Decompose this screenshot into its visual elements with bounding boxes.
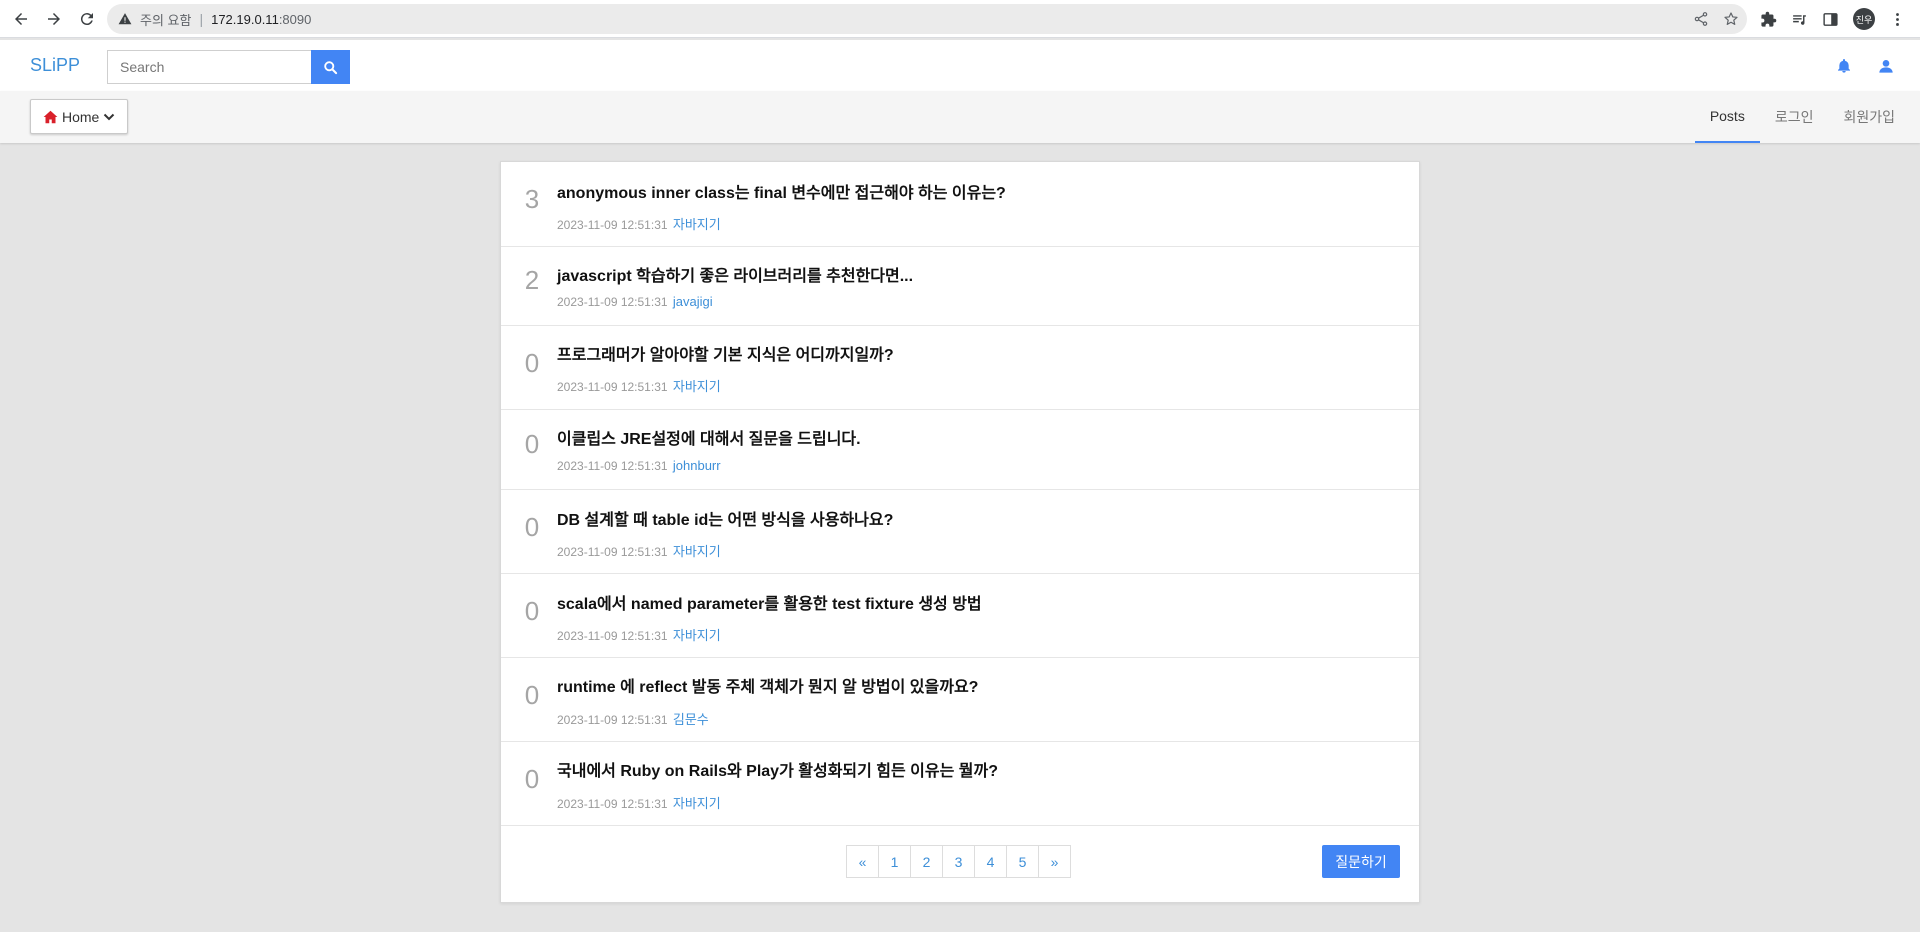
profile-avatar[interactable]: 진우 — [1853, 8, 1875, 30]
back-icon[interactable] — [9, 7, 33, 31]
page-link[interactable]: 3 — [942, 845, 975, 878]
post-author[interactable]: johnburr — [673, 458, 721, 473]
post-list-item[interactable]: 0 국내에서 Ruby on Rails와 Play가 활성화되기 힘든 이유는… — [501, 742, 1419, 826]
post-title[interactable]: anonymous inner class는 final 변수에만 접근해야 하… — [557, 179, 1006, 203]
kebab-menu-icon[interactable] — [1889, 11, 1906, 28]
post-meta: 2023-11-09 12:51:31 자바지기 — [557, 376, 721, 395]
page-link[interactable]: 2 — [910, 845, 943, 878]
url-port: :8090 — [278, 11, 312, 27]
answer-count: 3 — [524, 184, 540, 214]
home-icon — [43, 110, 58, 123]
share-icon[interactable] — [1693, 11, 1709, 27]
post-date: 2023-11-09 12:51:31 — [557, 380, 668, 394]
post-list-item[interactable]: 0 scala에서 named parameter를 활용한 test fixt… — [501, 574, 1419, 658]
post-list-card: 3 anonymous inner class는 final 변수에만 접근해야… — [500, 161, 1420, 903]
chevron-down-icon — [104, 113, 115, 120]
tab-signup[interactable]: 회원가입 — [1828, 91, 1910, 143]
browser-toolbar: 주의 요함 | 172.19.0.11:8090 진우 — [0, 0, 1920, 38]
post-author[interactable]: 자바지기 — [673, 379, 721, 394]
post-title[interactable]: scala에서 named parameter를 활용한 test fixtur… — [557, 590, 982, 614]
side-panel-icon[interactable] — [1822, 11, 1839, 28]
page-link[interactable]: 1 — [878, 845, 911, 878]
post-author[interactable]: 자바지기 — [673, 544, 721, 559]
post-meta: 2023-11-09 12:51:31 javajigi — [557, 294, 713, 309]
media-queue-icon[interactable] — [1791, 11, 1808, 28]
post-date: 2023-11-09 12:51:31 — [557, 713, 668, 727]
url-host: 172.19.0.11 — [211, 11, 279, 27]
post-title[interactable]: 국내에서 Ruby on Rails와 Play가 활성화되기 힘든 이유는 뭘… — [557, 757, 998, 781]
search-input[interactable] — [107, 50, 311, 84]
post-meta: 2023-11-09 12:51:31 자바지기 — [557, 625, 721, 644]
post-meta: 2023-11-09 12:51:31 자바지기 — [557, 793, 721, 812]
answer-count: 0 — [524, 764, 540, 794]
bookmark-star-icon[interactable] — [1723, 11, 1739, 27]
post-date: 2023-11-09 12:51:31 — [557, 797, 668, 811]
post-date: 2023-11-09 12:51:31 — [557, 295, 668, 309]
post-title[interactable]: DB 설계할 때 table id는 어떤 방식을 사용하나요? — [557, 506, 893, 530]
answer-count: 0 — [524, 348, 540, 378]
reload-icon[interactable] — [75, 7, 99, 31]
app-header: SLiPP — [0, 40, 1920, 91]
post-author[interactable]: 자바지기 — [673, 217, 721, 232]
post-title[interactable]: 프로그래머가 알아야할 기본 지식은 어디까지일까? — [557, 341, 894, 365]
post-author[interactable]: 자바지기 — [673, 796, 721, 811]
home-label: Home — [62, 108, 100, 125]
page-prev-link[interactable]: « — [846, 845, 879, 878]
post-list-item[interactable]: 0 프로그래머가 알아야할 기본 지식은 어디까지일까? 2023-11-09 … — [501, 326, 1419, 410]
pagination: « 1 2 3 4 5 » — [846, 845, 1071, 878]
answer-count: 0 — [524, 512, 540, 542]
post-list-item[interactable]: 3 anonymous inner class는 final 변수에만 접근해야… — [501, 162, 1419, 247]
post-title[interactable]: javascript 학습하기 좋은 라이브러리를 추천한다면... — [557, 262, 913, 286]
post-date: 2023-11-09 12:51:31 — [557, 459, 668, 473]
post-list-item[interactable]: 0 이클립스 JRE설정에 대해서 질문을 드립니다. 2023-11-09 1… — [501, 410, 1419, 490]
address-bar[interactable]: 주의 요함 | 172.19.0.11:8090 — [107, 4, 1747, 34]
search-button[interactable] — [311, 50, 350, 84]
address-separator: | — [199, 11, 204, 27]
home-dropdown-button[interactable]: Home — [30, 99, 129, 134]
post-meta: 2023-11-09 12:51:31 자바지기 — [557, 214, 721, 233]
sub-navigation: Home Posts 로그인 회원가입 — [0, 91, 1920, 143]
answer-count: 0 — [524, 680, 540, 710]
post-title[interactable]: runtime 에 reflect 발동 주체 객체가 뭔지 알 방법이 있을까… — [557, 673, 978, 697]
answer-count: 0 — [524, 596, 540, 626]
forward-icon[interactable] — [42, 7, 66, 31]
post-author[interactable]: 김문수 — [673, 712, 709, 727]
post-list-item[interactable]: 0 DB 설계할 때 table id는 어떤 방식을 사용하나요? 2023-… — [501, 490, 1419, 574]
bell-icon[interactable] — [1836, 58, 1852, 74]
warning-icon — [118, 13, 132, 25]
ask-question-button[interactable]: 질문하기 — [1322, 845, 1400, 878]
post-meta: 2023-11-09 12:51:31 johnburr — [557, 458, 721, 473]
post-meta: 2023-11-09 12:51:31 자바지기 — [557, 541, 721, 560]
post-title[interactable]: 이클립스 JRE설정에 대해서 질문을 드립니다. — [557, 425, 861, 449]
tab-posts[interactable]: Posts — [1694, 91, 1760, 143]
page-link[interactable]: 4 — [974, 845, 1007, 878]
post-list-item[interactable]: 0 runtime 에 reflect 발동 주체 객체가 뭔지 알 방법이 있… — [501, 658, 1419, 742]
post-date: 2023-11-09 12:51:31 — [557, 545, 668, 559]
brand-logo[interactable]: SLiPP — [30, 55, 80, 76]
post-author[interactable]: javajigi — [673, 294, 713, 309]
url-text[interactable]: 172.19.0.11:8090 — [211, 12, 311, 27]
post-date: 2023-11-09 12:51:31 — [557, 629, 668, 643]
user-icon[interactable] — [1878, 58, 1894, 74]
post-meta: 2023-11-09 12:51:31 김문수 — [557, 709, 709, 728]
search-form — [107, 50, 350, 84]
search-icon — [324, 60, 338, 74]
page-next-link[interactable]: » — [1038, 845, 1071, 878]
answer-count: 0 — [524, 429, 540, 459]
tab-bar: Posts 로그인 회원가입 — [1694, 91, 1910, 143]
post-date: 2023-11-09 12:51:31 — [557, 218, 668, 232]
page-link[interactable]: 5 — [1006, 845, 1039, 878]
answer-count: 2 — [524, 265, 540, 295]
tab-login[interactable]: 로그인 — [1760, 91, 1829, 143]
post-author[interactable]: 자바지기 — [673, 628, 721, 643]
extensions-icon[interactable] — [1760, 11, 1777, 28]
security-warning-label[interactable]: 주의 요함 — [140, 10, 191, 29]
post-list-item[interactable]: 2 javascript 학습하기 좋은 라이브러리를 추천한다면... 202… — [501, 247, 1419, 326]
